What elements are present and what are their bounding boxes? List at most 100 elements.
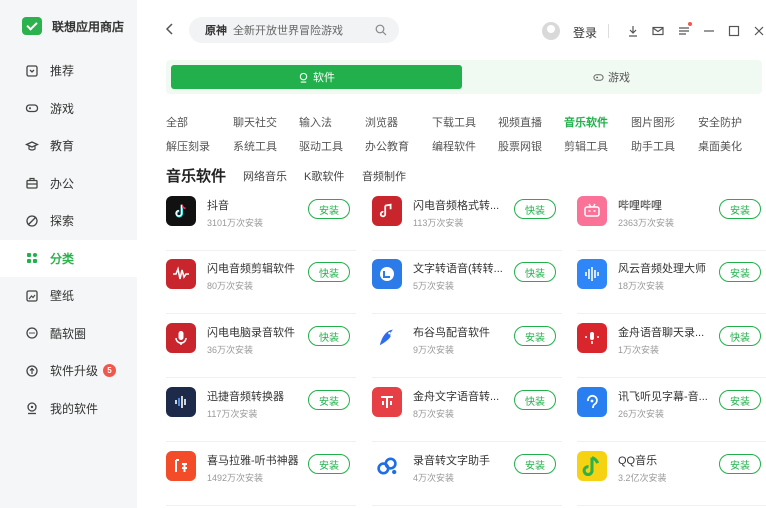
install-button[interactable]: 安装	[308, 454, 350, 474]
install-button[interactable]: 安装	[514, 326, 556, 346]
app-name[interactable]: QQ音乐	[618, 452, 657, 468]
app-card[interactable]: 金舟文字语音转... 8万次安装 快装	[372, 387, 562, 442]
category-item[interactable]: 视频直播	[498, 114, 542, 130]
douyin-icon[interactable]	[166, 196, 196, 226]
app-card[interactable]: 闪电电脑录音软件 36万次安装 快装	[166, 323, 356, 378]
category-item[interactable]: 助手工具	[631, 138, 675, 154]
install-button[interactable]: 安装	[308, 390, 350, 410]
app-card[interactable]: 哔哩哔哩 2363万次安装 安装	[577, 196, 766, 251]
search-input[interactable]: 原神 全新开放世界冒险游戏	[189, 17, 399, 43]
app-card[interactable]: 迅捷音频转换器 117万次安装 安装	[166, 387, 356, 442]
maximize-button[interactable]	[727, 24, 741, 38]
install-button[interactable]: 安装	[719, 262, 761, 282]
app-card[interactable]: 布谷鸟配音软件 9万次安装 安装	[372, 323, 562, 378]
install-button[interactable]: 安装	[719, 199, 761, 219]
category-item[interactable]: 解压刻录	[166, 138, 210, 154]
category-item[interactable]: 桌面美化	[698, 138, 742, 154]
install-button[interactable]: 安装	[719, 454, 761, 474]
install-button[interactable]: 快装	[514, 390, 556, 410]
install-button[interactable]: 安装	[719, 390, 761, 410]
app-name[interactable]: 文字转语音(转转...	[413, 260, 503, 276]
subtab-online-music[interactable]: 网络音乐	[243, 168, 287, 184]
tab-software[interactable]: 软件	[171, 65, 462, 89]
app-card[interactable]: 录音转文字助手 4万次安装 安装	[372, 451, 562, 506]
app-card[interactable]: 闪电音频剪辑软件 80万次安装 快装	[166, 259, 356, 314]
install-button[interactable]: 安装	[308, 199, 350, 219]
sidebar-item-9[interactable]: 软件升级 5	[0, 352, 137, 390]
app-card[interactable]: 闪电音频格式转... 113万次安装 快装	[372, 196, 562, 251]
install-button[interactable]: 安装	[514, 454, 556, 474]
app-card[interactable]: 抖音 3101万次安装 安装	[166, 196, 356, 251]
menu-button[interactable]	[677, 24, 691, 38]
app-name[interactable]: 布谷鸟配音软件	[413, 324, 490, 340]
install-button[interactable]: 快装	[308, 262, 350, 282]
bilibili-icon[interactable]	[577, 196, 607, 226]
minimize-button[interactable]	[702, 24, 716, 38]
subtab-karaoke[interactable]: K歌软件	[304, 168, 344, 184]
app-card[interactable]: 喜马拉雅-听书神器 1492万次安装 安装	[166, 451, 356, 506]
category-item[interactable]: 全部	[166, 114, 188, 130]
category-item[interactable]: 剪辑工具	[564, 138, 608, 154]
sidebar-item-6[interactable]: 分类	[0, 239, 137, 277]
search-icon[interactable]	[375, 24, 387, 36]
category-item[interactable]: 下载工具	[432, 114, 476, 130]
category-item[interactable]: 图片图形	[631, 114, 675, 130]
sidebar-item-10[interactable]: 我的软件	[0, 390, 137, 428]
sidebar-item-7[interactable]: 壁纸	[0, 277, 137, 315]
category-item[interactable]: 输入法	[299, 114, 332, 130]
audio-bars-icon[interactable]	[577, 259, 607, 289]
app-card[interactable]: 文字转语音(转转... 5万次安装 快装	[372, 259, 562, 314]
category-item[interactable]: 聊天社交	[233, 114, 277, 130]
app-card[interactable]: QQ音乐 3.2亿次安装 安装	[577, 451, 766, 506]
music-note-icon[interactable]	[372, 196, 402, 226]
category-item[interactable]: 股票网银	[498, 138, 542, 154]
microphone-icon[interactable]	[166, 323, 196, 353]
category-item[interactable]: 系统工具	[233, 138, 277, 154]
subtab-audio-production[interactable]: 音频制作	[362, 168, 406, 184]
app-card[interactable]: 讯飞听见字幕-音... 26万次安装 安装	[577, 387, 766, 442]
ear-icon[interactable]	[577, 387, 607, 417]
app-name[interactable]: 喜马拉雅-听书神器	[207, 452, 299, 468]
app-name[interactable]: 讯飞听见字幕-音...	[618, 388, 708, 404]
qqmusic-icon[interactable]	[577, 451, 607, 481]
audio-wave-icon[interactable]	[166, 387, 196, 417]
app-card[interactable]: 金舟语音聊天录... 1万次安装 快装	[577, 323, 766, 378]
sidebar-item-4[interactable]: 办公	[0, 165, 137, 203]
app-name[interactable]: 录音转文字助手	[413, 452, 490, 468]
app-name[interactable]: 金舟语音聊天录...	[618, 324, 704, 340]
ximalaya-icon[interactable]	[166, 451, 196, 481]
install-button[interactable]: 快装	[514, 199, 556, 219]
install-button[interactable]: 快装	[308, 326, 350, 346]
category-item[interactable]: 驱动工具	[299, 138, 343, 154]
install-button[interactable]: 快装	[719, 326, 761, 346]
app-card[interactable]: 风云音频处理大师 18万次安装 安装	[577, 259, 766, 314]
app-name[interactable]: 闪电音频剪辑软件	[207, 260, 295, 276]
close-button[interactable]	[752, 24, 766, 38]
sidebar-item-3[interactable]: 教育	[0, 127, 137, 165]
cuckoo-icon[interactable]	[372, 323, 402, 353]
category-item[interactable]: 音乐软件	[564, 114, 608, 130]
avatar[interactable]	[542, 22, 560, 40]
waveform-icon[interactable]	[166, 259, 196, 289]
record-text-icon[interactable]	[372, 451, 402, 481]
app-name[interactable]: 抖音	[207, 197, 229, 213]
text-speech-icon[interactable]	[372, 259, 402, 289]
sidebar-item-5[interactable]: 探索	[0, 202, 137, 240]
category-item[interactable]: 浏览器	[365, 114, 398, 130]
mail-button[interactable]	[651, 24, 665, 38]
download-button[interactable]	[626, 24, 640, 38]
login-link[interactable]: 登录	[573, 24, 597, 41]
app-name[interactable]: 闪电电脑录音软件	[207, 324, 295, 340]
app-name[interactable]: 金舟文字语音转...	[413, 388, 499, 404]
app-name[interactable]: 迅捷音频转换器	[207, 388, 284, 404]
sidebar-item-1[interactable]: 推荐	[0, 52, 137, 90]
app-name[interactable]: 哔哩哔哩	[618, 197, 662, 213]
app-name[interactable]: 风云音频处理大师	[618, 260, 706, 276]
category-item[interactable]: 办公教育	[365, 138, 409, 154]
sidebar-item-8[interactable]: 酷软圈	[0, 315, 137, 353]
tab-games[interactable]: 游戏	[466, 65, 757, 89]
sidebar-item-2[interactable]: 游戏	[0, 90, 137, 128]
install-button[interactable]: 快装	[514, 262, 556, 282]
mic-chat-icon[interactable]	[577, 323, 607, 353]
category-item[interactable]: 编程软件	[432, 138, 476, 154]
